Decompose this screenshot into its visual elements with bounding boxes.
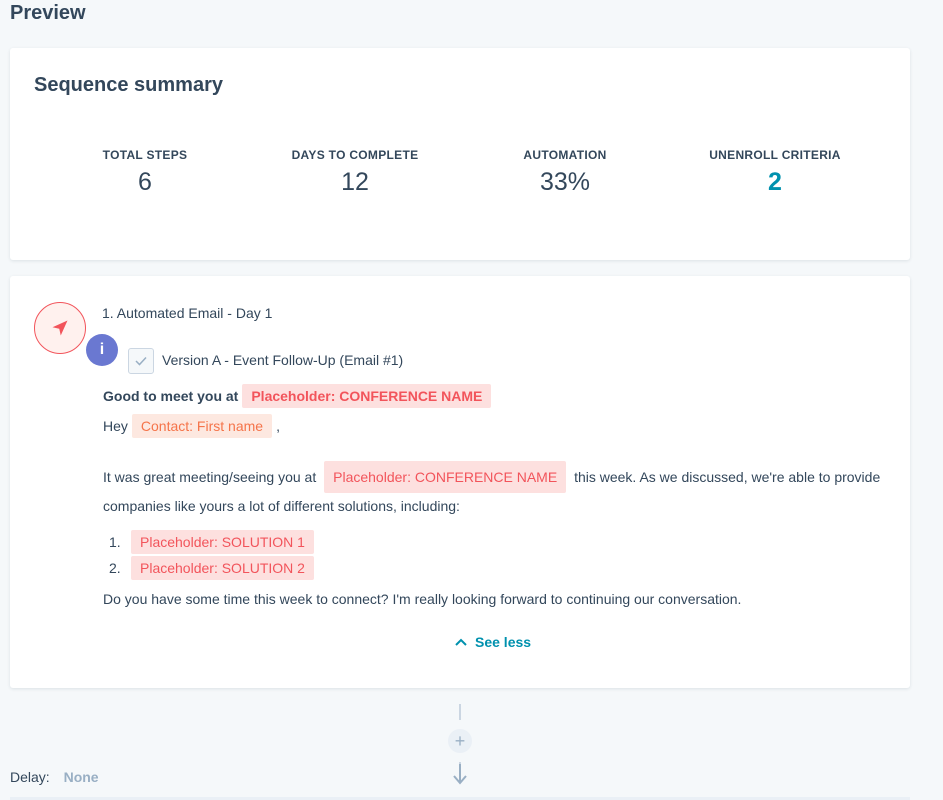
placeholder-token: Placeholder: SOLUTION 1 xyxy=(131,530,314,554)
see-less-label: See less xyxy=(475,634,532,650)
delay-label: Delay: xyxy=(10,769,50,785)
stat-label: TOTAL STEPS xyxy=(102,148,188,162)
email-body: Good to meet you at Placeholder: CONFERE… xyxy=(103,382,893,607)
stat-days-to-complete: DAYS TO COMPLETE 12 xyxy=(255,148,455,197)
list-item: 1. Placeholder: SOLUTION 1 xyxy=(103,529,893,555)
paragraph-text: this week. As we discussed, we're able t… xyxy=(574,469,881,485)
add-step-button[interactable]: + xyxy=(448,729,472,753)
paper-plane-icon xyxy=(34,302,86,354)
solutions-list: 1. Placeholder: SOLUTION 1 2. Placeholde… xyxy=(103,529,893,581)
chevron-up-icon xyxy=(455,638,467,646)
stat-value: 33% xyxy=(539,168,591,196)
step-title: 1. Automated Email - Day 1 xyxy=(102,305,273,321)
connector-line xyxy=(459,704,461,720)
email-step-card: i 1. Automated Email - Day 1 Version A -… xyxy=(10,276,910,688)
info-badge[interactable]: i xyxy=(86,334,118,366)
email-subject: Good to meet you at Placeholder: CONFERE… xyxy=(103,382,893,410)
greeting-suffix: , xyxy=(276,418,280,434)
check-icon xyxy=(135,356,147,366)
stat-value: 12 xyxy=(341,168,369,196)
delay-row: Delay: None xyxy=(10,769,99,785)
contact-token: Contact: First name xyxy=(131,414,273,438)
email-greeting: Hey Contact: First name , xyxy=(103,411,893,441)
email-closing: Do you have some time this week to conne… xyxy=(103,591,742,607)
list-number: 2. xyxy=(109,560,121,576)
email-paragraph: It was great meeting/seeing you at Place… xyxy=(103,461,893,519)
subject-text: Good to meet you at xyxy=(103,388,239,404)
list-number: 1. xyxy=(109,534,121,550)
stat-value: 6 xyxy=(138,168,152,196)
arrow-down-icon xyxy=(452,764,468,791)
paragraph-text: companies like yours a lot of different … xyxy=(103,498,460,514)
unenroll-criteria-link[interactable]: 2 xyxy=(675,168,875,197)
placeholder-token: Placeholder: CONFERENCE NAME xyxy=(324,461,567,493)
stat-label: DAYS TO COMPLETE xyxy=(291,148,419,162)
stat-total-steps: TOTAL STEPS 6 xyxy=(45,148,245,197)
placeholder-token: Placeholder: SOLUTION 2 xyxy=(131,556,314,580)
greeting-text: Hey xyxy=(103,418,128,434)
list-item: 2. Placeholder: SOLUTION 2 xyxy=(103,555,893,581)
paragraph-text: It was great meeting/seeing you at xyxy=(103,469,317,485)
stat-label: AUTOMATION xyxy=(523,148,607,162)
page-title: Preview xyxy=(10,2,86,24)
plus-icon: + xyxy=(454,730,466,751)
sequence-summary-card: Sequence summary TOTAL STEPS 6 DAYS TO C… xyxy=(10,48,910,260)
version-checkbox[interactable] xyxy=(128,348,154,374)
stat-automation: AUTOMATION 33% xyxy=(465,148,665,197)
see-less-button[interactable]: See less xyxy=(455,634,531,650)
delay-value: None xyxy=(63,769,99,785)
summary-title: Sequence summary xyxy=(34,74,223,96)
placeholder-token: Placeholder: CONFERENCE NAME xyxy=(242,384,492,408)
version-label: Version A - Event Follow-Up (Email #1) xyxy=(162,352,404,368)
stat-unenroll-criteria: UNENROLL CRITERIA 2 xyxy=(675,148,875,197)
stat-label: UNENROLL CRITERIA xyxy=(709,148,841,162)
